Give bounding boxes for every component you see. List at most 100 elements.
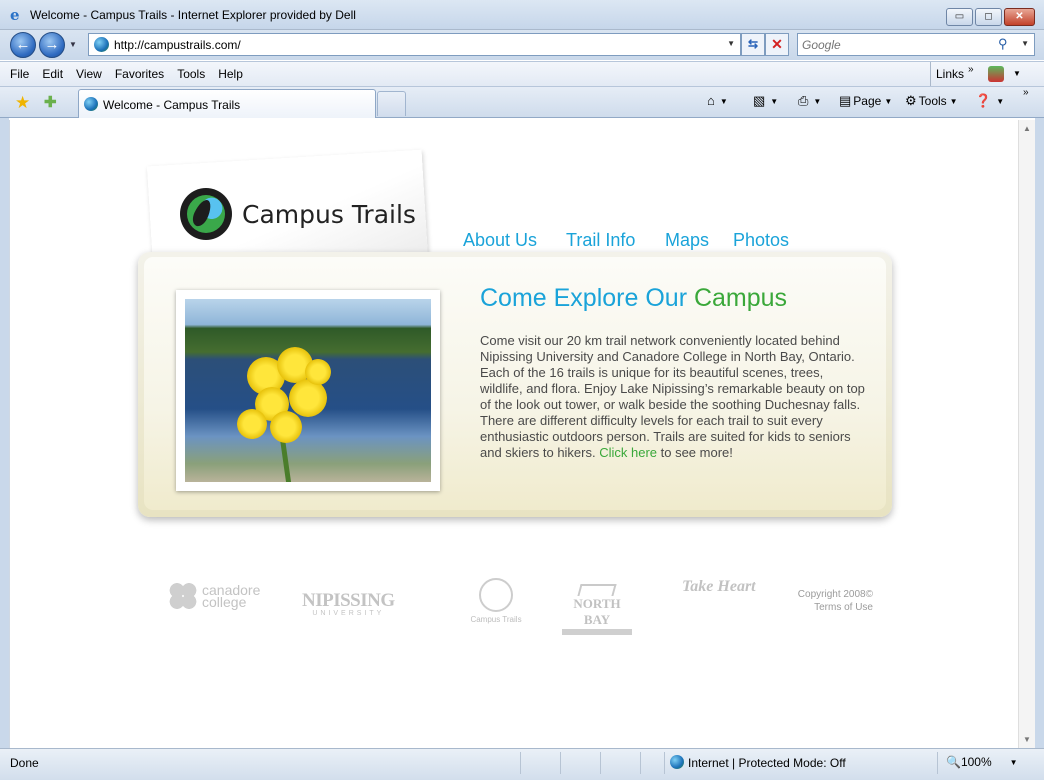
home-button[interactable]: ⌂ ▼ [707,93,728,108]
status-bar: Done Internet | Protected Mode: Off 🔍100… [0,748,1044,780]
page-icon: ▤ [839,93,852,108]
window-title-bar: e Welcome - Campus Trails - Internet Exp… [0,0,1044,30]
menu-tools[interactable]: Tools [177,67,205,81]
copyright-text: Copyright 2008© [797,589,873,600]
rss-feed-icon: ▧ [753,93,766,108]
search-icon[interactable]: ⚲ [998,36,1008,52]
maximize-button[interactable]: ◻ [975,8,1002,26]
address-bar[interactable]: http://campustrails.com/ ▼ [88,33,741,56]
lake-photo [176,290,440,491]
tab-bar: ★ ✚ Welcome - Campus Trails ⌂ ▼ ▧ ▼ ⎙ ▼ ▤ Pa… [0,87,1044,118]
canadore-mark-icon [168,582,198,610]
page-viewport: Campus Trails About Us Trail Info Maps P… [9,120,1018,748]
nipissing-logo-text: NIPISSING [302,590,395,611]
canadore-logo-text: canadore college [202,582,261,610]
terms-of-use-link[interactable]: Terms of Use [780,601,873,614]
page-heading: Come Explore Our Campus [480,284,787,313]
north-bay-logo[interactable]: NORTH BAY [562,584,632,635]
search-options-dropdown-icon[interactable]: ▼ [1021,39,1029,48]
zoom-icon: 🔍 [946,755,961,769]
menu-file[interactable]: File [10,67,29,81]
favorites-center-icon[interactable]: ★ [15,93,30,113]
north-bay-roof-icon [577,584,617,596]
menu-help[interactable]: Help [218,67,243,81]
logo-text[interactable]: Campus Trails [242,200,416,229]
close-window-button[interactable]: ✕ [1004,8,1035,26]
security-zone-text[interactable]: Internet | Protected Mode: Off [688,756,846,770]
vertical-scrollbar[interactable]: ▲ ▼ [1018,120,1035,748]
nav-photos[interactable]: Photos [733,230,789,251]
recent-pages-dropdown-icon[interactable]: ▼ [69,40,77,49]
back-button[interactable]: ← [10,32,36,58]
site-globe-icon [94,37,109,52]
tab-welcome-campus-trails[interactable]: Welcome - Campus Trails [78,89,376,118]
tab-globe-icon [84,97,98,111]
intro-text: Come visit our 20 km trail network conve… [480,333,865,460]
search-input[interactable] [802,37,992,53]
window-title: Welcome - Campus Trails - Internet Explo… [30,8,356,22]
menu-bar: File Edit View Favorites Tools Help Link… [0,61,1044,87]
campus-trails-logo-icon[interactable] [180,188,232,240]
page-menu-button[interactable]: ▤ Page ▼ [839,93,892,109]
print-button[interactable]: ⎙ ▼ [798,93,821,109]
goldenrod-lake-image [185,299,431,482]
refresh-button[interactable]: ⇆ [741,33,765,56]
tools-menu-button[interactable]: ⚙ Tools ▼ [905,93,958,109]
help-icon: ❓ [975,93,992,108]
tools-menu-label[interactable]: Tools [919,94,947,108]
new-tab-button[interactable] [377,91,406,116]
zoom-level[interactable]: 100% [961,755,992,769]
nav-about-us[interactable]: About Us [463,230,537,251]
canadore-college-logo[interactable]: canadore college [168,582,262,610]
add-to-favorites-icon[interactable]: ✚ [44,93,57,111]
forward-button[interactable]: → [39,32,65,58]
campus-trails-footer-logo[interactable]: Campus Trails [465,578,527,624]
links-label[interactable]: Links [936,67,964,81]
intro-paragraph: Come visit our 20 km trail network conve… [480,333,865,461]
take-heart-logo-text: Take Heart [682,578,756,595]
status-text: Done [10,756,39,770]
printer-icon: ⎙ [798,93,809,108]
search-box[interactable]: ⚲ ▼ [797,33,1035,56]
window-frame-right [1035,118,1044,750]
links-toolbar[interactable]: Links » [930,62,974,86]
stop-button[interactable]: ✕ [765,33,789,56]
help-button[interactable]: ❓ ▼ [975,93,1004,109]
menu-items: File Edit View Favorites Tools Help [0,62,256,86]
links-dropdown-icon[interactable]: ▼ [1013,69,1021,78]
take-heart-logo[interactable]: Take Heart [682,578,756,595]
minimize-button[interactable]: ▭ [946,8,973,26]
nav-trail-info[interactable]: Trail Info [566,230,635,251]
heading-part-1: Come Explore Our [480,284,694,312]
nipissing-logo-subtext: UNIVERSITY [312,610,385,617]
ie-logo-icon: e [10,6,20,24]
home-icon: ⌂ [707,93,715,108]
nipissing-university-logo[interactable]: NIPISSING UNIVERSITY [302,590,395,617]
window-frame-left [0,118,9,750]
links-chevron-icon[interactable]: » [968,64,974,75]
page-menu-label[interactable]: Page [853,94,881,108]
menu-favorites[interactable]: Favorites [115,67,164,81]
campus-trails-ring-icon [479,578,513,612]
tab-label[interactable]: Welcome - Campus Trails [103,98,240,112]
address-dropdown-icon[interactable]: ▼ [727,39,735,48]
menu-edit[interactable]: Edit [42,67,63,81]
windows-live-icon[interactable] [988,66,1004,82]
intro-text-end: to see more! [657,445,733,460]
nav-maps[interactable]: Maps [665,230,709,251]
gear-icon: ⚙ [905,93,917,108]
zoom-control[interactable]: 🔍100% ▼ [946,755,1018,769]
scroll-down-arrow-icon[interactable]: ▼ [1023,735,1031,744]
footer-copyright: Copyright 2008© Terms of Use [780,588,873,614]
security-zone[interactable]: Internet | Protected Mode: Off [670,755,846,770]
click-here-link[interactable]: Click here [599,445,657,460]
address-url[interactable]: http://campustrails.com/ [114,38,241,52]
internet-zone-icon [670,755,684,769]
zoom-dropdown-icon[interactable]: ▼ [1010,758,1018,767]
feeds-button[interactable]: ▧ ▼ [753,93,778,109]
menu-view[interactable]: View [76,67,102,81]
campus-trails-footer-text: Campus Trails [470,615,522,624]
north-bay-logo-text: NORTH BAY [573,596,621,627]
command-bar-chevron-icon[interactable]: » [1023,87,1029,98]
scroll-up-arrow-icon[interactable]: ▲ [1023,124,1031,133]
